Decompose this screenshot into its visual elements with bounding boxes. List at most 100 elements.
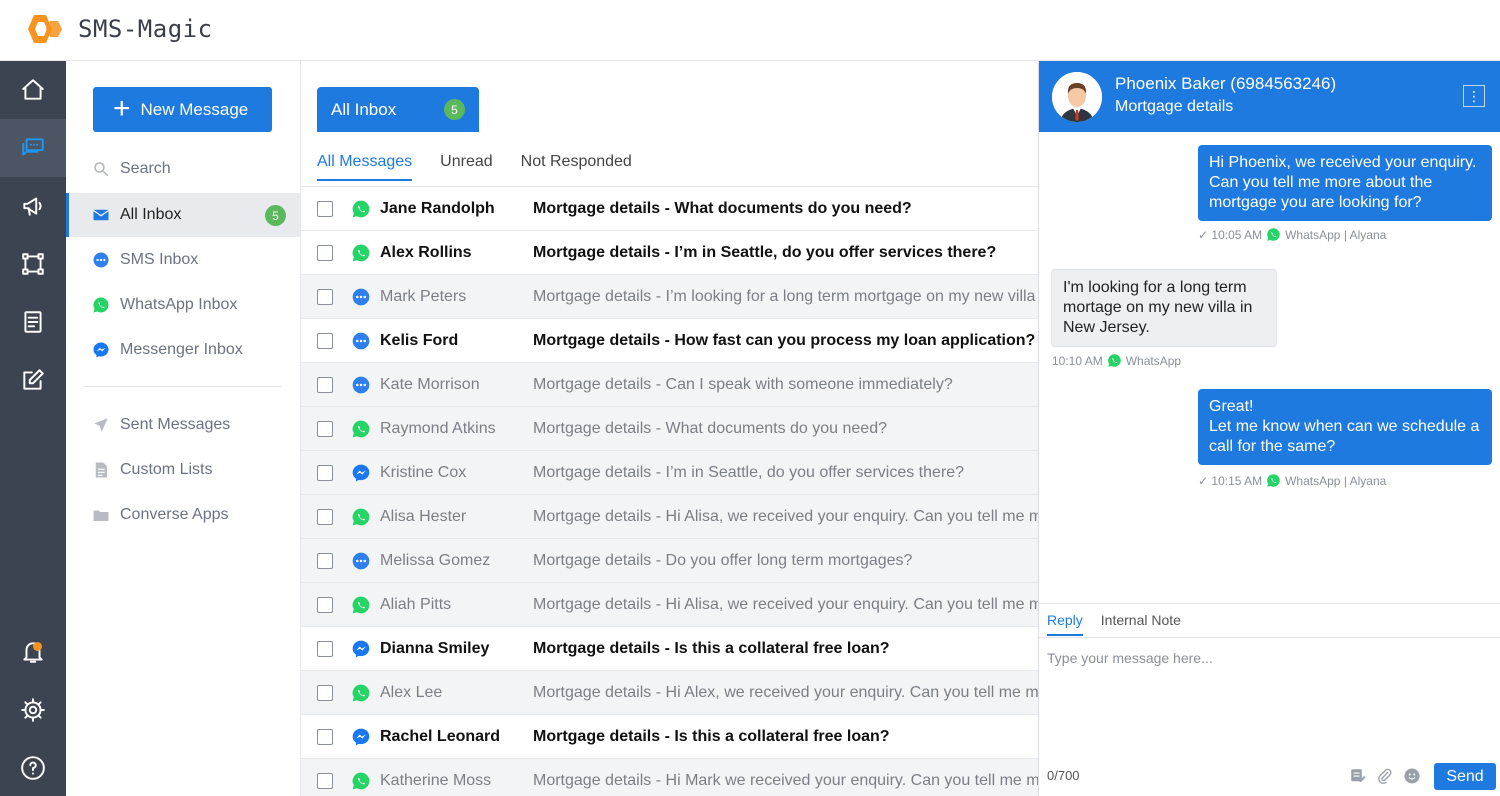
tab-reply[interactable]: Reply <box>1047 612 1083 636</box>
attachment-icon[interactable] <box>1376 767 1394 785</box>
row-checkbox[interactable] <box>317 333 333 349</box>
folder-all-inbox[interactable]: All Inbox 5 <box>66 193 300 237</box>
app-name: SMS-Magic <box>78 15 213 43</box>
tab-internal-note[interactable]: Internal Note <box>1101 612 1181 636</box>
nav-compose[interactable] <box>0 351 66 409</box>
message-subject: Mortgage details - Hi Alisa, we received… <box>533 508 1038 525</box>
message-row[interactable]: Katherine Moss Mortgage details - Hi Mark… <box>301 759 1038 796</box>
sender-name: Rachel Leonard <box>380 728 501 745</box>
nav-settings[interactable] <box>0 681 66 739</box>
row-checkbox[interactable] <box>317 509 333 525</box>
row-checkbox[interactable] <box>317 553 333 569</box>
message-row[interactable]: Raymond Atkins Mortgage details - What do… <box>301 407 1038 451</box>
nav-templates[interactable] <box>0 293 66 351</box>
more-options-icon[interactable]: ⋮ <box>1463 85 1485 107</box>
folder-label: Messenger Inbox <box>120 341 243 358</box>
folder-sent-messages[interactable]: Sent Messages <box>66 403 300 447</box>
nav-home[interactable] <box>0 61 66 119</box>
inbox-count-badge: 5 <box>444 99 465 120</box>
folder-messenger-inbox[interactable]: Messenger Inbox <box>66 328 300 372</box>
nav-automation[interactable] <box>0 235 66 293</box>
whatsapp-icon <box>1267 228 1280 241</box>
new-message-button[interactable]: + New Message <box>93 87 272 132</box>
message-subject: Mortgage details - What documents do you… <box>533 420 887 437</box>
row-checkbox[interactable] <box>317 465 333 481</box>
row-checkbox[interactable] <box>317 377 333 393</box>
folder-label: All Inbox <box>120 206 182 223</box>
folder-sms-inbox[interactable]: SMS Inbox <box>66 238 300 282</box>
nav-conversations[interactable] <box>0 119 66 177</box>
reply-divider <box>1039 637 1500 638</box>
row-checkbox[interactable] <box>317 729 333 745</box>
folder-custom-lists[interactable]: Custom Lists <box>66 448 300 492</box>
row-checkbox[interactable] <box>317 641 333 657</box>
message-row[interactable]: Kristine Cox Mortgage details - I’m in Se… <box>301 451 1038 495</box>
sender-name: Alisa Hester <box>380 508 467 525</box>
row-checkbox[interactable] <box>317 685 333 701</box>
sender-name: Dianna Smiley <box>380 640 490 657</box>
sender-name: Alex Lee <box>380 684 443 701</box>
message-subject: Mortgage details - Hi Alisa, we received… <box>533 596 1038 613</box>
nav-help[interactable] <box>0 739 66 796</box>
folder-converse-apps[interactable]: Converse Apps <box>66 493 300 537</box>
sms-icon <box>352 288 370 306</box>
whatsapp-icon <box>352 684 370 702</box>
nav-campaigns[interactable] <box>0 177 66 235</box>
message-row[interactable]: Rachel Leonard Mortgage details - Is this… <box>301 715 1038 759</box>
search-folder[interactable]: Search <box>66 147 300 191</box>
message-row[interactable]: Alisa Hester Mortgage details - Hi Alisa,… <box>301 495 1038 539</box>
template-icon[interactable] <box>1349 767 1367 785</box>
automation-icon <box>22 253 44 275</box>
message-agent: | Alyana <box>1343 473 1387 488</box>
plus-icon: + <box>113 91 131 125</box>
folder-whatsapp-inbox[interactable]: WhatsApp Inbox <box>66 283 300 327</box>
sms-icon <box>352 332 370 350</box>
message-subject: Mortgage details - I’m in Seattle, do yo… <box>533 464 965 481</box>
message-row[interactable]: Jane Randolph Mortgage details - What doc… <box>301 187 1038 231</box>
message-subject: Mortgage details - I’m in Seattle, do yo… <box>533 244 997 261</box>
help-icon <box>21 756 45 780</box>
search-label: Search <box>120 160 171 177</box>
notification-dot <box>33 642 42 651</box>
message-subject: Mortgage details - What documents do you… <box>533 200 912 217</box>
sms-icon <box>352 376 370 394</box>
whatsapp-icon <box>352 596 370 614</box>
message-row[interactable]: Aliah Pitts Mortgage details - Hi Alisa, … <box>301 583 1038 627</box>
avatar[interactable] <box>1052 72 1102 122</box>
inbox-tab-label: All Inbox <box>331 99 397 119</box>
emoji-icon[interactable] <box>1403 767 1421 785</box>
conversations-icon <box>22 138 44 156</box>
tab-unread[interactable]: Unread <box>440 153 492 181</box>
reply-composer: Reply Internal Note 0/700 Send <box>1039 603 1500 796</box>
message-input[interactable] <box>1047 646 1487 670</box>
row-checkbox[interactable] <box>317 245 333 261</box>
row-checkbox[interactable] <box>317 201 333 217</box>
folder-label: SMS Inbox <box>120 251 199 268</box>
read-check-icon: ✓ <box>1198 227 1209 242</box>
message-row[interactable]: Kelis Ford Mortgage details - How fast ca… <box>301 319 1038 363</box>
conversation-panel: Phoenix Baker (6984563246) Mortgage deta… <box>1038 61 1500 796</box>
tab-all-messages[interactable]: All Messages <box>317 153 413 181</box>
row-checkbox[interactable] <box>317 289 333 305</box>
tab-not-responded[interactable]: Not Responded <box>521 153 632 181</box>
message-row[interactable]: Mark Peters Mortgage details - I’m lookin… <box>301 275 1038 319</box>
conversation-subject: Mortgage details <box>1115 98 1234 115</box>
whatsapp-icon <box>352 420 370 438</box>
sender-name: Melissa Gomez <box>380 552 491 569</box>
app-logo[interactable]: SMS-Magic <box>24 13 213 45</box>
message-row[interactable]: Kate Morrison Mortgage details - Can I sp… <box>301 363 1038 407</box>
message-row[interactable]: Melissa Gomez Mortgage details - Do you o… <box>301 539 1038 583</box>
row-checkbox[interactable] <box>317 773 333 789</box>
top-bar: SMS-Magic <box>0 0 1500 61</box>
send-button[interactable]: Send <box>1434 763 1496 790</box>
message-subject: Mortgage details - Do you offer long ter… <box>533 552 913 569</box>
nav-notifications[interactable] <box>0 623 66 681</box>
row-checkbox[interactable] <box>317 597 333 613</box>
inbox-tab-all[interactable]: All Inbox 5 <box>317 87 479 132</box>
row-checkbox[interactable] <box>317 421 333 437</box>
message-row[interactable]: Alex Rollins Mortgage details - I’m in Se… <box>301 231 1038 275</box>
sender-name: Kristine Cox <box>380 464 467 481</box>
message-row[interactable]: Dianna Smiley Mortgage details - Is this … <box>301 627 1038 671</box>
message-row[interactable]: Alex Lee Mortgage details - Hi Alex, we r… <box>301 671 1038 715</box>
message-rows: Jane Randolph Mortgage details - What doc… <box>301 187 1038 796</box>
